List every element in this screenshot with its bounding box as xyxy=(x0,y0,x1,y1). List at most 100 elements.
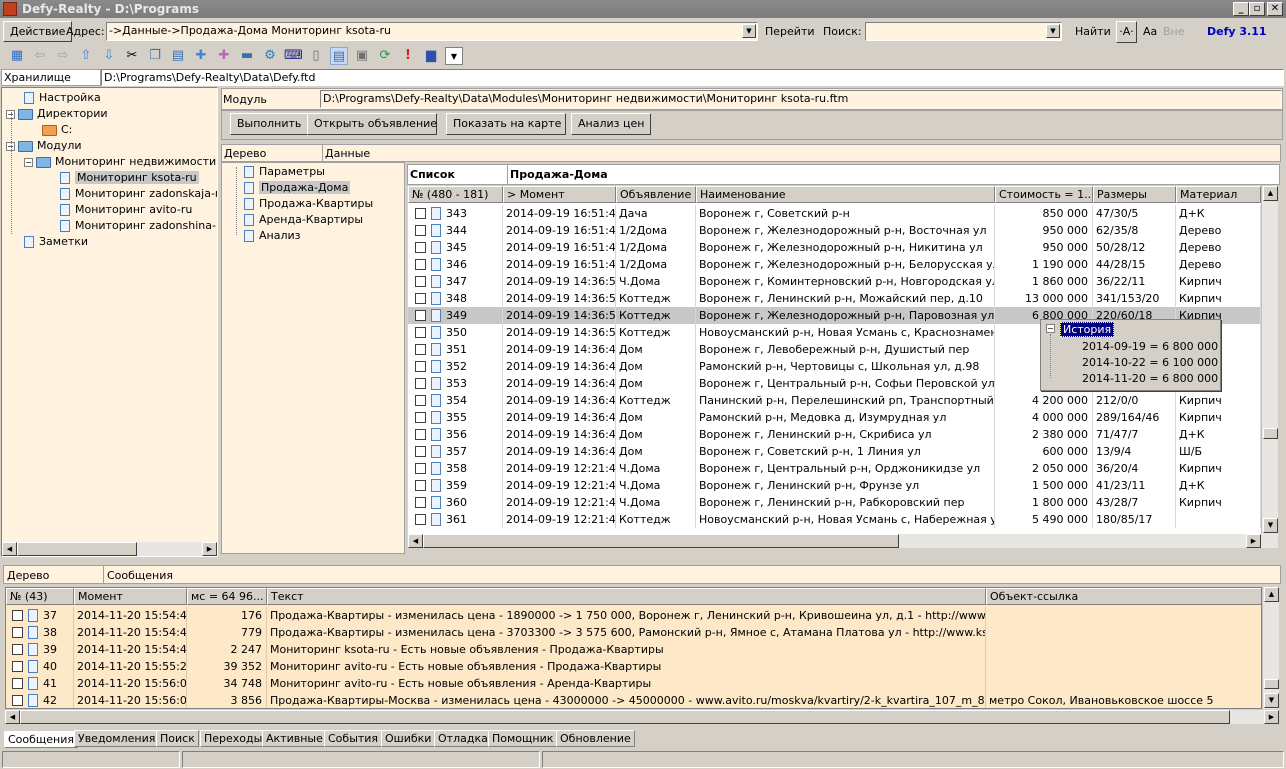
execute-button[interactable]: Выполнить xyxy=(230,113,309,135)
row-checkbox[interactable] xyxy=(415,225,426,236)
tree-item[interactable]: Мониторинг avito-ru xyxy=(60,202,192,218)
minimize-icon[interactable]: _ xyxy=(1233,2,1249,16)
row-checkbox[interactable] xyxy=(415,446,426,457)
grid-scroll-left-icon[interactable]: ◀ xyxy=(408,534,423,548)
row-checkbox[interactable] xyxy=(415,378,426,389)
messages-scroll-left-icon[interactable]: ◀ xyxy=(5,710,20,724)
table-row[interactable]: 347 2014-09-19 14:36:50 Ч.Дома Воронеж г, К… xyxy=(408,273,1261,290)
tree-item[interactable]: C: xyxy=(42,122,72,138)
refresh-icon[interactable]: ⟳ xyxy=(376,47,394,65)
scroll-right-icon[interactable]: ▶ xyxy=(202,542,217,556)
message-checkbox[interactable] xyxy=(12,678,23,689)
whole-word-toggle[interactable]: ·A· xyxy=(1116,21,1137,43)
table-row[interactable]: 354 2014-09-19 14:36:49 Коттедж Панинский р… xyxy=(408,392,1261,409)
remove-icon[interactable]: ▬ xyxy=(238,47,256,65)
message-row[interactable]: 39 2014-11-20 15:54:45 2 247 Мониторинг kso… xyxy=(6,641,1261,658)
tree-icon[interactable]: ▦ xyxy=(8,47,26,65)
paste-icon[interactable]: ▤ xyxy=(169,47,187,65)
inner-tree-item[interactable]: Аренда-Квартиры xyxy=(244,212,363,228)
table-row[interactable]: 355 2014-09-19 14:36:48 Дом Рамонский р-н, … xyxy=(408,409,1261,426)
tree-item[interactable]: Настройка xyxy=(24,90,101,106)
tab-8[interactable]: Помощник xyxy=(488,730,558,747)
go-button[interactable]: Перейти xyxy=(765,25,815,38)
row-checkbox[interactable] xyxy=(415,412,426,423)
row-checkbox[interactable] xyxy=(415,259,426,270)
grid-hscrollbar[interactable]: ◀ ▶ xyxy=(408,534,1278,548)
tab-1[interactable]: Уведомления xyxy=(74,730,160,747)
grid-scroll-thumb[interactable] xyxy=(1263,428,1278,439)
message-checkbox[interactable] xyxy=(12,610,23,621)
row-checkbox[interactable] xyxy=(415,361,426,372)
table-row[interactable]: 344 2014-09-19 16:51:47 1/2Дома Воронеж г, … xyxy=(408,222,1261,239)
view-doc-icon[interactable]: ▤ xyxy=(330,47,348,65)
horizontal-splitter[interactable] xyxy=(0,557,1286,563)
table-row[interactable]: 358 2014-09-19 12:21:49 Ч.Дома Воронеж г, Ц… xyxy=(408,460,1261,477)
forward-icon[interactable]: ⇨ xyxy=(54,47,72,65)
table-row[interactable]: 356 2014-09-19 14:36:48 Дом Воронеж г, Лени… xyxy=(408,426,1261,443)
message-column-header[interactable]: мс = 64 96... xyxy=(187,588,267,605)
row-checkbox[interactable] xyxy=(415,310,426,321)
table-row[interactable]: 360 2014-09-19 12:21:49 Ч.Дома Воронеж г, Л… xyxy=(408,494,1261,511)
scroll-left-icon[interactable]: ◀ xyxy=(2,542,17,556)
grid-scroll-right-icon[interactable]: ▶ xyxy=(1246,534,1261,548)
tab-2[interactable]: Поиск xyxy=(156,730,199,747)
column-header[interactable]: > Момент xyxy=(503,186,616,203)
tree-item[interactable]: Мониторинг zadonskaja-nedv xyxy=(60,186,217,202)
cut-icon[interactable]: ✂ xyxy=(123,47,141,65)
down-icon[interactable]: ⇩ xyxy=(100,47,118,65)
message-checkbox[interactable] xyxy=(12,695,23,706)
tree-item[interactable]: Мониторинг ksota-ru xyxy=(60,170,199,186)
toolbar-dropdown-icon[interactable]: ▼ xyxy=(445,47,463,65)
document-icon[interactable]: ▯ xyxy=(307,47,325,65)
table-row[interactable]: 361 2014-09-19 12:21:49 Коттедж Новоусманск… xyxy=(408,511,1261,528)
left-tree-hscrollbar[interactable]: ◀ ▶ xyxy=(2,542,217,556)
message-column-header[interactable]: Момент xyxy=(74,588,187,605)
address-input[interactable]: ->Данные->Продажа-Дома Мониторинг ksota-… xyxy=(106,22,758,41)
inner-tree-item[interactable]: Параметры xyxy=(244,164,325,180)
row-checkbox[interactable] xyxy=(415,276,426,287)
message-row[interactable]: 40 2014-11-20 15:55:26 39 352 Мониторинг av… xyxy=(6,658,1261,675)
message-checkbox[interactable] xyxy=(12,627,23,638)
inner-tree-item[interactable]: Анализ xyxy=(244,228,301,244)
search-input[interactable] xyxy=(865,22,1062,41)
column-header[interactable]: Материал xyxy=(1176,186,1261,203)
row-checkbox[interactable] xyxy=(415,480,426,491)
tree-item[interactable]: Заметки xyxy=(24,234,88,250)
row-checkbox[interactable] xyxy=(415,497,426,508)
inner-tree-item[interactable]: Продажа-Квартиры xyxy=(244,196,373,212)
grid-scroll-up-icon[interactable]: ▲ xyxy=(1263,186,1278,201)
add-child-icon[interactable]: ✚ xyxy=(215,47,233,65)
add-icon[interactable]: ✚ xyxy=(192,47,210,65)
row-checkbox[interactable] xyxy=(415,344,426,355)
tab-7[interactable]: Отладка xyxy=(434,730,492,747)
search-dropdown-icon[interactable]: ▼ xyxy=(1046,24,1060,38)
message-row[interactable]: 42 2014-11-20 15:56:05 3 856 Продажа-Кварти… xyxy=(6,692,1261,708)
grid-scroll-down-icon[interactable]: ▼ xyxy=(1263,518,1278,533)
table-row[interactable]: 359 2014-09-19 12:21:49 Ч.Дома Воронеж г, Л… xyxy=(408,477,1261,494)
messages-hscroll-thumb[interactable] xyxy=(20,710,1230,724)
row-checkbox[interactable] xyxy=(415,327,426,338)
close-icon[interactable]: ✕ xyxy=(1267,2,1283,16)
copy-icon[interactable]: ❐ xyxy=(146,47,164,65)
message-checkbox[interactable] xyxy=(12,644,23,655)
collapse-icon[interactable]: − xyxy=(24,157,33,167)
table-row[interactable]: 348 2014-09-19 14:36:50 Коттедж Воронеж г, … xyxy=(408,290,1261,307)
outside-toggle[interactable]: Вне xyxy=(1163,25,1185,38)
row-checkbox[interactable] xyxy=(415,514,426,525)
left-tree-scroll-thumb[interactable] xyxy=(17,542,137,556)
properties-icon[interactable]: ▣ xyxy=(353,47,371,65)
messages-vscrollbar[interactable]: ▲ ▼ xyxy=(1262,587,1279,709)
table-row[interactable]: 357 2014-09-19 14:36:47 Дом Воронеж г, Сове… xyxy=(408,443,1261,460)
tab-9[interactable]: Обновление xyxy=(556,730,635,747)
message-column-header[interactable]: Текст xyxy=(267,588,986,605)
message-row[interactable]: 38 2014-11-20 15:54:44 779 Продажа-Квартиры… xyxy=(6,624,1261,641)
up-icon[interactable]: ⇧ xyxy=(77,47,95,65)
column-header[interactable]: № (480 - 181) xyxy=(408,186,503,203)
messages-scroll-right-icon[interactable]: ▶ xyxy=(1264,710,1279,724)
row-checkbox[interactable] xyxy=(415,293,426,304)
table-row[interactable]: 346 2014-09-19 16:51:47 1/2Дома Воронеж г, … xyxy=(408,256,1261,273)
messages-hscrollbar[interactable]: ◀ ▶ xyxy=(5,710,1279,724)
keyboard-icon[interactable]: ⌨ xyxy=(284,47,303,65)
row-checkbox[interactable] xyxy=(415,242,426,253)
table-row[interactable]: 343 2014-09-19 16:51:48 Дача Воронеж г, Сов… xyxy=(408,205,1261,222)
